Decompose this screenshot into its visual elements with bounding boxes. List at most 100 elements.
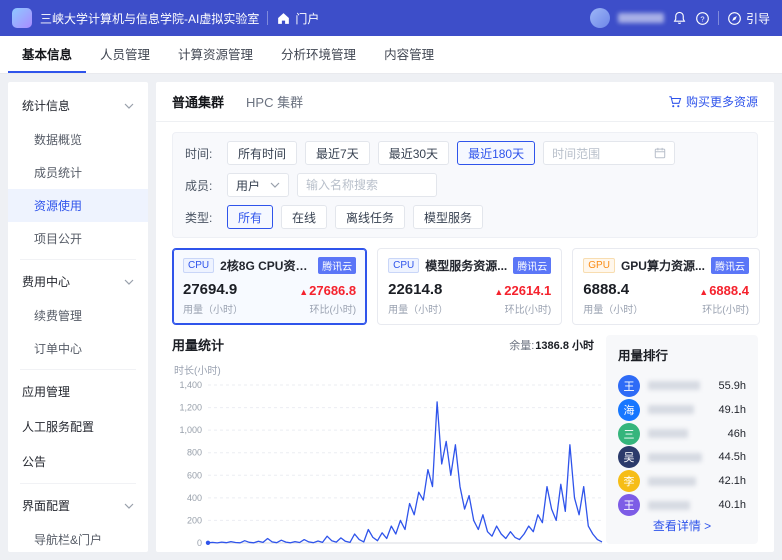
sidebar-item-project-public[interactable]: 项目公开 <box>8 222 148 255</box>
date-range-input[interactable]: 时间范围 <box>543 141 675 165</box>
tab-hpc-cluster[interactable]: HPC 集群 <box>246 92 303 111</box>
cart-icon <box>668 95 682 109</box>
resource-card-cpu-2c8g[interactable]: CPU 2核8G CPU资源... 腾讯云 27694.9 用量（小时） ▲27… <box>172 248 367 325</box>
member-search-input[interactable] <box>297 173 437 197</box>
sidebar-group-ui-config[interactable]: 界面配置 <box>8 488 148 523</box>
rank-title: 用量排行 <box>618 345 746 364</box>
type-option-offline-task[interactable]: 离线任务 <box>335 205 405 229</box>
usage-delta: ▲6888.4 <box>699 283 749 298</box>
sidebar: 统计信息 数据概览 成员统计 资源使用 项目公开 费用中心 续费管理 订单中心 … <box>8 82 148 552</box>
usage-value: 22614.8 <box>388 281 448 298</box>
user-avatar[interactable] <box>590 8 610 28</box>
sidebar-item-manual-service-config[interactable]: 人工服务配置 <box>8 409 148 444</box>
type-filter-row: 类型: 所有 在线 离线任务 模型服务 <box>185 205 745 229</box>
chevron-down-icon <box>124 279 134 285</box>
sidebar-divider <box>20 369 136 370</box>
nav-tab-compute-resources[interactable]: 计算资源管理 <box>164 36 267 73</box>
member-type-value: 用户 <box>236 177 260 194</box>
bell-icon[interactable] <box>672 11 687 26</box>
up-arrow-icon: ▲ <box>299 287 308 297</box>
y-tick-label: 1,000 <box>179 425 202 435</box>
filter-panel: 时间: 所有时间 最近7天 最近30天 最近180天 时间范围 成员: 用户 <box>172 132 758 238</box>
x-tick-label: 2025-11-13 <box>425 550 468 552</box>
sidebar-item-resource-usage[interactable]: 资源使用 <box>8 189 148 222</box>
card-title: GPU算力资源... <box>621 257 705 274</box>
rank-value: 49.1h <box>718 404 746 416</box>
usage-delta-value: 27686.8 <box>309 283 356 298</box>
rank-value: 55.9h <box>718 380 746 392</box>
topbar-divider <box>267 11 268 25</box>
type-option-online[interactable]: 在线 <box>281 205 327 229</box>
buy-resources-link[interactable]: 购买更多资源 <box>668 93 758 110</box>
portal-label: 门户 <box>295 10 319 27</box>
sidebar-group-label: 统计信息 <box>22 97 70 114</box>
rank-avatar: 吴 <box>618 446 640 468</box>
rank-row: 海 49.1h <box>618 398 746 422</box>
sidebar-item-data-overview[interactable]: 数据概览 <box>8 123 148 156</box>
sidebar-item-announcement[interactable]: 公告 <box>8 444 148 479</box>
y-tick-label: 600 <box>187 470 202 480</box>
rank-value: 40.1h <box>718 499 746 511</box>
y-tick-label: 0 <box>197 538 202 548</box>
sidebar-divider <box>20 259 136 260</box>
y-tick-label: 400 <box>187 493 202 503</box>
gpu-tag: GPU <box>583 258 615 273</box>
topbar-divider <box>718 11 719 25</box>
rank-value: 42.1h <box>718 475 746 487</box>
sidebar-item-member-stats[interactable]: 成员统计 <box>8 156 148 189</box>
tab-normal-cluster[interactable]: 普通集群 <box>172 92 224 111</box>
nav-tab-content-mgmt[interactable]: 内容管理 <box>370 36 448 73</box>
nav-tab-analysis-env[interactable]: 分析环境管理 <box>267 36 370 73</box>
guide-button[interactable]: 引导 <box>727 10 770 27</box>
time-option-7d[interactable]: 最近7天 <box>305 141 370 165</box>
sidebar-item-orders[interactable]: 订单中心 <box>8 332 148 365</box>
topbar: 三峡大学计算机与信息学院-AI虚拟实验室 门户 ? 引导 <box>0 0 782 36</box>
view-details-link[interactable]: 查看详情 > <box>618 517 746 534</box>
resource-card-gpu[interactable]: GPU GPU算力资源... 腾讯云 6888.4 用量（小时） ▲6888.4… <box>572 248 760 325</box>
member-filter-label: 成员: <box>185 177 219 194</box>
rank-avatar: 李 <box>618 470 640 492</box>
time-option-30d[interactable]: 最近30天 <box>378 141 449 165</box>
rank-row: 吴 44.5h <box>618 445 746 469</box>
x-tick-label: 2025-08-01 <box>186 550 230 552</box>
rank-name-blurred <box>648 501 690 510</box>
time-option-180d[interactable]: 最近180天 <box>457 141 535 165</box>
remain-label: 余量: <box>509 340 534 352</box>
rank-avatar: 王 <box>618 494 640 516</box>
date-range-placeholder: 时间范围 <box>552 145 600 162</box>
help-icon[interactable]: ? <box>695 11 710 26</box>
nav-tab-personnel[interactable]: 人员管理 <box>86 36 164 73</box>
resource-card-model-service[interactable]: CPU 模型服务资源... 腾讯云 22614.8 用量（小时） ▲22614.… <box>377 248 562 325</box>
caret-down-icon <box>270 182 280 188</box>
topbar-left: 三峡大学计算机与信息学院-AI虚拟实验室 门户 <box>12 8 319 28</box>
line-start-point <box>206 541 210 545</box>
member-type-select[interactable]: 用户 <box>227 173 289 197</box>
main-nav: 基本信息 人员管理 计算资源管理 分析环境管理 内容管理 <box>0 36 782 74</box>
usage-delta-label: 环比(小时) <box>299 301 356 316</box>
app-root: 三峡大学计算机与信息学院-AI虚拟实验室 门户 ? 引导 基本信息 人员管理 计… <box>0 0 782 560</box>
time-filter-label: 时间: <box>185 145 219 162</box>
usage-rank-panel: 用量排行 王 55.9h 海 49.1h 三 46h <box>606 335 758 544</box>
username-blurred <box>618 13 664 23</box>
sidebar-item-renewal[interactable]: 续费管理 <box>8 299 148 332</box>
sidebar-group-statistics[interactable]: 统计信息 <box>8 88 148 123</box>
type-option-model-service[interactable]: 模型服务 <box>413 205 483 229</box>
provider-badge: 腾讯云 <box>318 257 356 274</box>
portal-link[interactable]: 门户 <box>276 10 319 27</box>
time-filter-row: 时间: 所有时间 最近7天 最近30天 最近180天 时间范围 <box>185 141 745 165</box>
y-tick-label: 200 <box>187 515 202 525</box>
time-option-all[interactable]: 所有时间 <box>227 141 297 165</box>
bottom-row: 用量统计 余量:1386.8 小时 时长(小时) 02004006008001,… <box>172 335 758 544</box>
sidebar-item-navbar-portal[interactable]: 导航栏&门户 <box>8 523 148 552</box>
guide-label: 引导 <box>746 10 770 27</box>
home-icon <box>276 11 291 26</box>
chevron-down-icon <box>124 503 134 509</box>
sidebar-item-app-management[interactable]: 应用管理 <box>8 374 148 409</box>
type-option-all[interactable]: 所有 <box>227 205 273 229</box>
usage-chart-section: 用量统计 余量:1386.8 小时 时长(小时) 02004006008001,… <box>172 335 594 544</box>
sidebar-group-billing[interactable]: 费用中心 <box>8 264 148 299</box>
nav-tab-basic-info[interactable]: 基本信息 <box>8 36 86 73</box>
cpu-tag: CPU <box>388 258 419 273</box>
usage-delta: ▲27686.8 <box>299 283 356 298</box>
card-header: CPU 2核8G CPU资源... 腾讯云 <box>183 257 356 274</box>
